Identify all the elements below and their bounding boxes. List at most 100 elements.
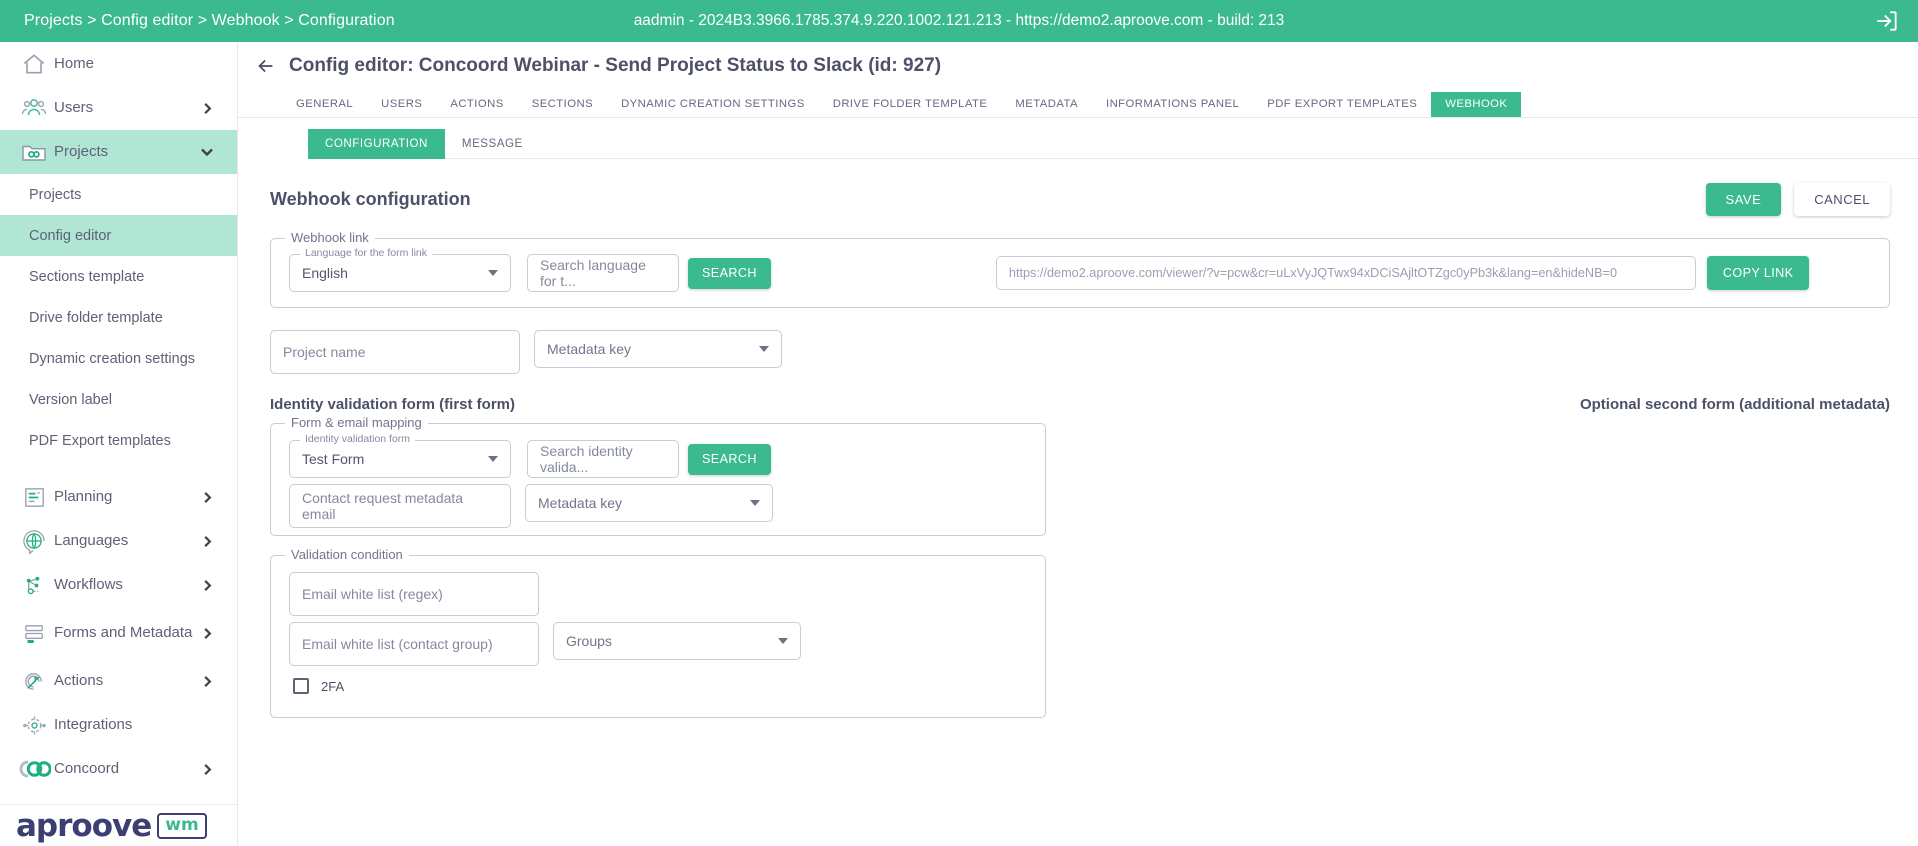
sidebar-subitem-config-editor[interactable]: Config editor (0, 215, 237, 256)
section-header: Webhook configuration SAVE CANCEL (238, 183, 1918, 216)
sidebar-item-planning[interactable]: Planning (0, 475, 237, 519)
page-section-title: Webhook configuration (270, 189, 471, 209)
identity-search-button[interactable]: SEARCH (688, 443, 771, 475)
sidebar-subitem-dynamic-creation-settings[interactable]: Dynamic creation settings (0, 338, 237, 379)
cancel-button[interactable]: CANCEL (1794, 183, 1890, 216)
webhook-url-value: https://demo2.aproove.com/viewer/?v=pcw&… (1008, 266, 1618, 280)
mapping-metadata-key-select[interactable]: Metadata key (525, 484, 773, 522)
sidebar-item-label: Users (54, 99, 94, 117)
optional-second-form-heading: Optional second form (additional metadat… (1579, 396, 1890, 413)
save-button[interactable]: SAVE (1705, 183, 1782, 216)
workflows-icon (14, 572, 54, 599)
subtab-message[interactable]: MESSAGE (444, 129, 540, 159)
sidebar-item-actions[interactable]: Actions (0, 659, 237, 703)
identity-search-input[interactable]: Search identity valida... (527, 440, 679, 478)
chevron-down-icon (488, 270, 498, 276)
contact-email-placeholder: Contact request metadata email (302, 490, 464, 522)
contact-request-metadata-email-input[interactable]: Contact request metadata email (289, 484, 511, 528)
sidebar-item-label: Home (54, 55, 95, 73)
mapping-metadata-key-placeholder: Metadata key (538, 495, 623, 511)
concoord-icon (14, 758, 54, 780)
subtab-configuration[interactable]: CONFIGURATION (308, 129, 445, 159)
language-search-input[interactable]: Search language for t... (527, 254, 679, 292)
sidebar-subitem-drive-folder-template[interactable]: Drive folder template (0, 297, 237, 338)
identity-form-heading: Identity validation form (first form) (270, 396, 516, 413)
subtab-underline (539, 126, 1918, 159)
groups-select[interactable]: Groups (553, 622, 801, 660)
sidebar-subitem-projects[interactable]: Projects (0, 174, 237, 215)
sidebar-item-languages[interactable]: Languages (0, 519, 237, 563)
sidebar-item-users[interactable]: Users (0, 86, 237, 130)
chevron-down-icon (488, 456, 498, 462)
sidebar: Home Users Projects Projects Config edit… (0, 42, 238, 846)
form-email-mapping-fieldset: Form & email mapping Identity validation… (270, 415, 1046, 536)
sidebar-item-label: Languages (54, 532, 129, 550)
sidebar-item-workflows[interactable]: Workflows (0, 563, 237, 607)
tab-pdf-export-templates[interactable]: PDF EXPORT TEMPLATES (1253, 92, 1431, 117)
brand-logo: aproove wm (0, 804, 237, 846)
sidebar-subitem-label: Drive folder template (29, 309, 163, 326)
sidebar-item-label: Integrations (54, 716, 133, 734)
sidebar-item-forms-and-metadata[interactable]: Forms and Metadata (0, 607, 237, 659)
sidebar-item-integrations[interactable]: Integrations (0, 703, 237, 747)
sidebar-subitem-label: Version label (29, 391, 113, 408)
email-whitelist-contact-group-input[interactable]: Email white list (contact group) (289, 622, 539, 666)
copy-link-button[interactable]: COPY LINK (1706, 256, 1810, 290)
back-arrow-icon[interactable] (253, 53, 279, 79)
groups-placeholder: Groups (566, 633, 612, 649)
twofa-label: 2FA (321, 678, 345, 694)
sidebar-item-home[interactable]: Home (0, 42, 237, 86)
email-whitelist-regex-input[interactable]: Email white list (regex) (289, 572, 539, 616)
validation-condition-legend: Validation condition (285, 547, 409, 562)
tab-drive-folder-template[interactable]: DRIVE FOLDER TEMPLATE (819, 92, 1002, 117)
sidebar-item-label: Concoord (54, 760, 120, 778)
language-search-placeholder: Search language for t... (540, 257, 646, 289)
metadata-key-select[interactable]: Metadata key (534, 330, 782, 368)
identity-validation-form-select[interactable]: Identity validation form Test Form (289, 433, 511, 478)
brand-name: aproove (16, 807, 152, 844)
languages-globe-icon (14, 528, 54, 555)
top-bar: Projects > Config editor > Webhook > Con… (0, 0, 1918, 42)
sidebar-subitem-label: Dynamic creation settings (29, 350, 196, 367)
tab-metadata[interactable]: METADATA (1001, 92, 1092, 117)
tab-sections[interactable]: SECTIONS (518, 92, 607, 117)
twofa-checkbox[interactable] (293, 678, 309, 694)
chevron-down-icon (759, 346, 769, 352)
tab-actions[interactable]: ACTIONS (436, 92, 517, 117)
sidebar-subitem-sections-template[interactable]: Sections template (0, 256, 237, 297)
webhook-link-legend: Webhook link (285, 230, 375, 245)
webhook-subtabs: CONFIGURATION MESSAGE (238, 126, 1918, 159)
language-select[interactable]: Language for the form link English (289, 247, 511, 292)
webhook-url-input[interactable]: https://demo2.aproove.com/viewer/?v=pcw&… (995, 256, 1696, 290)
chevron-right-icon (199, 533, 215, 549)
language-search-button[interactable]: SEARCH (688, 257, 771, 289)
sidebar-item-label: Planning (54, 488, 113, 506)
tab-webhook[interactable]: WEBHOOK (1431, 92, 1522, 117)
main-content: Config editor: Concoord Webinar - Send P… (238, 42, 1918, 846)
logout-icon[interactable] (1874, 8, 1900, 34)
project-name-input[interactable]: Project name (270, 330, 520, 374)
sidebar-subitem-label: Projects (29, 186, 82, 203)
home-icon (14, 51, 54, 77)
tab-informations-panel[interactable]: INFORMATIONS PANEL (1092, 92, 1253, 117)
breadcrumb[interactable]: Projects > Config editor > Webhook > Con… (24, 12, 395, 30)
sidebar-item-label: Forms and Metadata (54, 624, 193, 642)
sidebar-subitem-version-label[interactable]: Version label (0, 379, 237, 420)
tab-users[interactable]: USERS (367, 92, 436, 117)
tab-general[interactable]: GENERAL (282, 92, 367, 117)
chevron-down-icon (778, 638, 788, 644)
projects-folder-icon (14, 138, 54, 166)
sidebar-item-concoord[interactable]: Concoord (0, 747, 237, 791)
email-whitelist-regex-placeholder: Email white list (regex) (302, 586, 443, 602)
email-whitelist-contact-group-placeholder: Email white list (contact group) (302, 636, 493, 652)
sidebar-subitem-pdf-export-templates[interactable]: PDF Export templates (0, 420, 237, 461)
users-icon (14, 94, 54, 122)
validation-condition-fieldset: Validation condition Email white list (r… (270, 547, 1046, 718)
chevron-down-icon (199, 144, 215, 160)
identity-validation-form-value: Test Form (302, 451, 365, 467)
sidebar-item-projects[interactable]: Projects (0, 130, 237, 174)
tab-dynamic-creation-settings[interactable]: DYNAMIC CREATION SETTINGS (607, 92, 819, 117)
chevron-down-icon (750, 500, 760, 506)
sidebar-subitem-label: Config editor (29, 227, 112, 244)
chevron-right-icon (199, 673, 215, 689)
